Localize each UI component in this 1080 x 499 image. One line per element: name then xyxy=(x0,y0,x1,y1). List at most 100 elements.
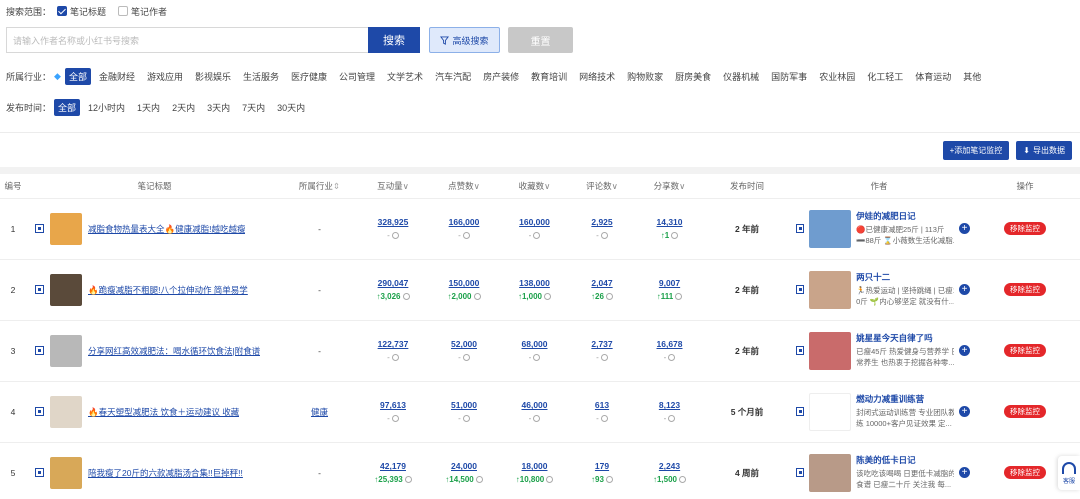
qrcode-icon[interactable] xyxy=(796,285,805,294)
qrcode-icon[interactable] xyxy=(796,224,805,233)
qrcode-icon[interactable] xyxy=(796,407,805,416)
follow-plus-icon[interactable]: + xyxy=(959,223,970,234)
remove-monitor-button[interactable]: 移除监控 xyxy=(1004,405,1046,418)
search-input[interactable]: 请输入作者名称或小红书号搜索 xyxy=(6,27,368,53)
header-favorites[interactable]: 收藏数∨ xyxy=(498,174,571,199)
industry-chip[interactable]: 公司管理 xyxy=(335,68,379,85)
shares-value[interactable]: 9,007 xyxy=(633,278,706,288)
remove-monitor-button[interactable]: 移除监控 xyxy=(1004,283,1046,296)
industry-chip[interactable]: 教育培训 xyxy=(527,68,571,85)
industry-chip[interactable]: 汽车汽配 xyxy=(431,68,475,85)
favorites-value[interactable]: 18,000 xyxy=(498,461,571,471)
remove-monitor-button[interactable]: 移除监控 xyxy=(1004,344,1046,357)
interaction-value[interactable]: 97,613 xyxy=(356,400,430,410)
note-thumbnail[interactable] xyxy=(50,395,82,428)
avatar[interactable] xyxy=(809,331,852,370)
note-thumbnail[interactable] xyxy=(50,212,82,245)
interaction-value[interactable]: 290,047 xyxy=(356,278,430,288)
avatar[interactable] xyxy=(809,392,852,431)
header-interaction[interactable]: 互动量∨ xyxy=(356,174,430,199)
time-chip[interactable]: 7天内 xyxy=(238,99,269,116)
industry-chip[interactable]: 影视娱乐 xyxy=(191,68,235,85)
follow-plus-icon[interactable]: + xyxy=(959,345,970,356)
industry-chip[interactable]: 农业林园 xyxy=(815,68,859,85)
advanced-search-button[interactable]: 高级搜索 xyxy=(429,27,500,53)
industry-chip[interactable]: 金融财经 xyxy=(95,68,139,85)
comments-value[interactable]: 613 xyxy=(571,400,633,410)
industry-chip[interactable]: 医疗健康 xyxy=(287,68,331,85)
reset-button[interactable]: 重置 xyxy=(508,27,573,53)
note-thumbnail[interactable] xyxy=(50,334,82,367)
header-comments[interactable]: 评论数∨ xyxy=(571,174,633,199)
note-title-link[interactable]: 陪我瘦了20斤的六款减脂汤合集!!巨掉秤!! xyxy=(88,467,243,479)
avatar[interactable] xyxy=(809,270,852,309)
author-name[interactable]: 伊娃的减肥日记 xyxy=(856,210,954,222)
qrcode-icon[interactable] xyxy=(35,468,44,477)
likes-value[interactable]: 24,000 xyxy=(430,461,498,471)
export-button[interactable]: ⬇ 导出数据 xyxy=(1016,140,1072,160)
qrcode-icon[interactable] xyxy=(35,346,44,355)
industry-chip[interactable]: 网络技术 xyxy=(575,68,619,85)
avatar[interactable] xyxy=(809,453,852,492)
industry-chip[interactable]: 全部 xyxy=(64,67,91,85)
note-title-link[interactable]: 🔥春天塑型减肥法 饮食＋运动建议 收藏 xyxy=(88,406,239,418)
comments-value[interactable]: 179 xyxy=(571,461,633,471)
avatar[interactable] xyxy=(809,209,852,248)
checkbox-icon[interactable] xyxy=(57,6,68,16)
favorites-value[interactable]: 138,000 xyxy=(498,278,571,288)
qrcode-icon[interactable] xyxy=(796,346,805,355)
author-name[interactable]: 姚星星今天自律了吗 xyxy=(856,332,954,344)
follow-plus-icon[interactable]: + xyxy=(959,467,970,478)
industry-chip[interactable]: 化工轻工 xyxy=(863,68,907,85)
qrcode-icon[interactable] xyxy=(35,407,44,416)
comments-value[interactable]: 2,925 xyxy=(571,217,633,227)
time-chip[interactable]: 2天内 xyxy=(168,99,199,116)
likes-value[interactable]: 52,000 xyxy=(430,339,498,349)
favorites-value[interactable]: 68,000 xyxy=(498,339,571,349)
likes-value[interactable]: 150,000 xyxy=(430,278,498,288)
industry-chip[interactable]: 房产装修 xyxy=(479,68,523,85)
industry-chip[interactable]: 国防军事 xyxy=(767,68,811,85)
comments-value[interactable]: 2,737 xyxy=(571,339,633,349)
likes-value[interactable]: 166,000 xyxy=(430,217,498,227)
shares-value[interactable]: 16,678 xyxy=(633,339,706,349)
favorites-value[interactable]: 160,000 xyxy=(498,217,571,227)
time-chip[interactable]: 30天内 xyxy=(273,99,309,116)
note-thumbnail[interactable] xyxy=(50,456,82,489)
author-name[interactable]: 陈美的低卡日记 xyxy=(856,454,954,466)
industry-chip[interactable]: 体育运动 xyxy=(911,68,955,85)
shares-value[interactable]: 14,310 xyxy=(633,217,706,227)
interaction-value[interactable]: 42,179 xyxy=(356,461,430,471)
shares-value[interactable]: 2,243 xyxy=(633,461,706,471)
note-title-link[interactable]: 🔥跪瘦减脂不粗腿!八个拉伸动作 简单易学 xyxy=(88,284,248,296)
shares-value[interactable]: 8,123 xyxy=(633,400,706,410)
header-shares[interactable]: 分享数∨ xyxy=(633,174,706,199)
time-chip[interactable]: 12小时内 xyxy=(84,99,129,116)
qrcode-icon[interactable] xyxy=(35,285,44,294)
industry-chip[interactable]: 其他 xyxy=(959,68,985,85)
author-name[interactable]: 两只十二 xyxy=(856,271,954,283)
industry-chip[interactable]: 仪器机械 xyxy=(719,68,763,85)
follow-plus-icon[interactable]: + xyxy=(959,406,970,417)
note-title-link[interactable]: 分享网红高效减肥法：喝水循环饮食法|附食谱 xyxy=(88,345,260,357)
checkbox-icon[interactable] xyxy=(118,6,129,16)
industry-chip[interactable]: 生活服务 xyxy=(239,68,283,85)
industry-chip[interactable]: 厨房美食 xyxy=(671,68,715,85)
note-thumbnail[interactable] xyxy=(50,273,82,306)
favorites-value[interactable]: 46,000 xyxy=(498,400,571,410)
interaction-value[interactable]: 122,737 xyxy=(356,339,430,349)
industry-chip[interactable]: 文学艺术 xyxy=(383,68,427,85)
qrcode-icon[interactable] xyxy=(796,468,805,477)
likes-value[interactable]: 51,000 xyxy=(430,400,498,410)
qrcode-icon[interactable] xyxy=(35,224,44,233)
time-chip[interactable]: 全部 xyxy=(54,98,81,116)
industry-chip[interactable]: 购物败家 xyxy=(623,68,667,85)
header-industry[interactable]: 所属行业⇕ xyxy=(283,174,356,199)
follow-plus-icon[interactable]: + xyxy=(959,284,970,295)
search-button[interactable]: 搜索 xyxy=(368,27,420,53)
add-monitor-button[interactable]: +添加笔记监控 xyxy=(942,140,1010,160)
scope-option-author[interactable]: 笔记作者 xyxy=(118,5,167,18)
time-chip[interactable]: 1天内 xyxy=(133,99,164,116)
time-chip[interactable]: 3天内 xyxy=(203,99,234,116)
author-name[interactable]: 燃动力减重训练营 xyxy=(856,393,954,405)
